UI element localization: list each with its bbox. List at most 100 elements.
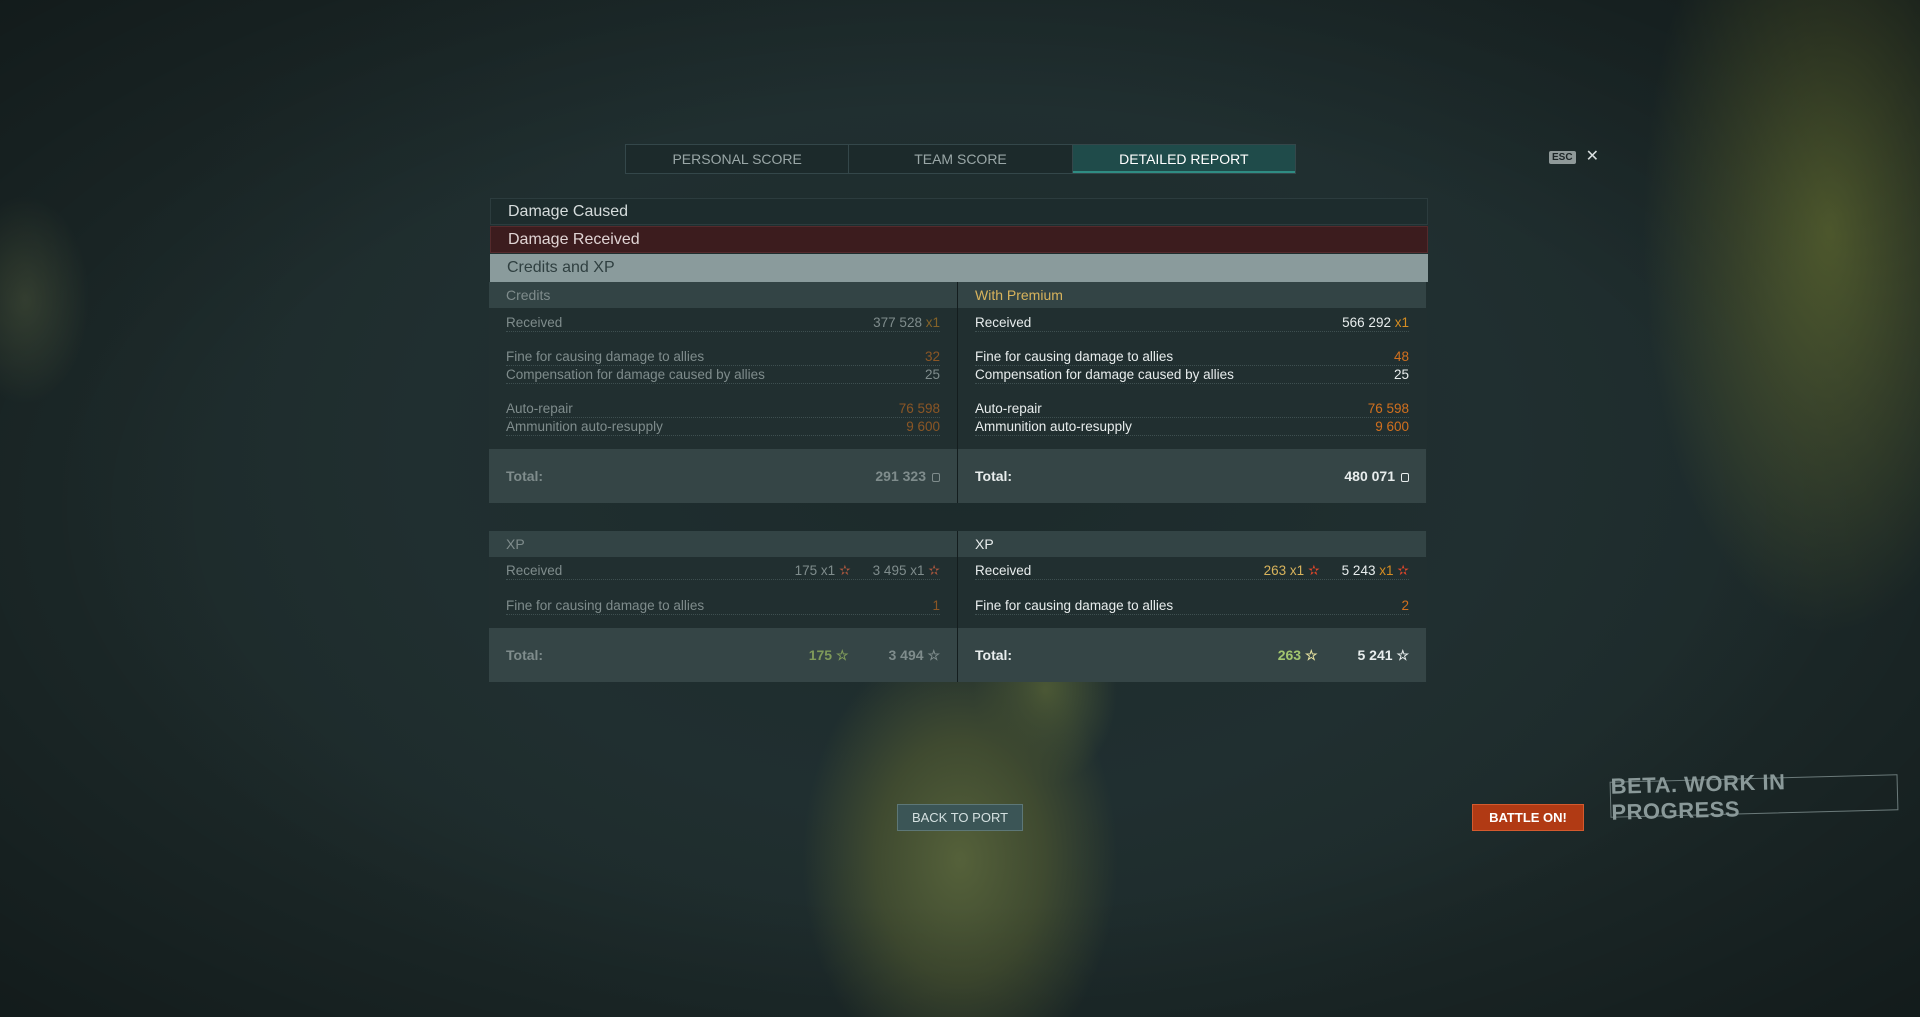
row-value: 48 xyxy=(1393,348,1409,364)
row-value: 566 292 x1 xyxy=(1342,315,1409,330)
free-xp-value: 5 243 xyxy=(1341,562,1376,578)
credits-autorepair-row: Auto-repair 76 598 xyxy=(506,399,940,418)
premium-autorepair-row: Auto-repair 76 598 xyxy=(975,399,1409,418)
credits-received-row: Received 377 528 x1 xyxy=(506,313,940,332)
premium-xp-total: Total: 263 ☆ 5 241 ☆ xyxy=(958,628,1426,682)
row-label: Received xyxy=(975,314,1032,330)
xp-fine-row: Fine for causing damage to allies 1 xyxy=(506,596,940,615)
close-icon[interactable]: ✕ xyxy=(1586,149,1599,165)
row-label: Auto-repair xyxy=(975,400,1042,416)
beta-watermark: BETA. WORK IN PROGRESS xyxy=(1609,769,1899,825)
section-damage-received[interactable]: Damage Received xyxy=(490,226,1428,253)
total-value-wrap: 291 323 xyxy=(875,468,940,484)
esc-key-badge: ESC xyxy=(1549,150,1576,164)
row-value: 76 598 xyxy=(898,400,940,416)
credits-column: Credits Received 377 528 x1 Fine for cau… xyxy=(489,282,957,503)
star-icon: ☆ xyxy=(1396,646,1409,663)
credits-icon xyxy=(1401,473,1409,482)
total-label: Total: xyxy=(506,647,544,663)
battle-on-button[interactable]: BATTLE ON! xyxy=(1472,804,1584,831)
row-value: 1 xyxy=(932,597,940,613)
ship-xp-total-value: 263 xyxy=(1277,646,1302,663)
free-xp-total: 3 494 ☆ xyxy=(889,647,941,664)
tab-personal-score[interactable]: PERSONAL SCORE xyxy=(626,145,850,173)
credits-fine-row: Fine for causing damage to allies 32 xyxy=(506,347,940,366)
credits-icon xyxy=(932,473,940,482)
row-label: Fine for causing damage to allies xyxy=(975,348,1174,364)
free-xp-total-value: 3 494 xyxy=(888,646,924,663)
row-label: Compensation for damage caused by allies xyxy=(506,366,765,382)
multiplier: x1 xyxy=(1379,562,1394,578)
premium-total-number: 480 071 xyxy=(1344,468,1395,484)
free-xp: 3 495 x1 ✫ xyxy=(873,562,940,579)
row-value: 25 xyxy=(924,366,940,382)
free-xp-total: 5 241 ☆ xyxy=(1358,647,1410,664)
section-damage-caused[interactable]: Damage Caused xyxy=(490,198,1428,225)
ship-xp-total: 175 ☆ xyxy=(809,647,849,664)
row-values: 175 x1 ✫ 3 495 x1 ✫ xyxy=(795,562,940,579)
row-value: 25 xyxy=(1393,366,1409,382)
row-label: Compensation for damage caused by allies xyxy=(975,366,1234,382)
ship-xp-value: 175 xyxy=(794,562,818,578)
tab-detailed-report[interactable]: DETAILED REPORT xyxy=(1072,145,1295,173)
row-value: 377 528 x1 xyxy=(873,315,940,330)
multiplier: x1 xyxy=(910,562,925,578)
ship-xp: 175 x1 ✫ xyxy=(795,562,851,579)
multiplier: x1 xyxy=(1289,562,1305,578)
star-icon: ☆ xyxy=(1304,646,1318,663)
tab-team-score[interactable]: TEAM SCORE xyxy=(849,145,1073,173)
total-value-wrap: 480 071 xyxy=(1344,468,1409,484)
credits-received-value: 377 528 xyxy=(873,314,922,330)
row-label: Received xyxy=(506,562,563,578)
section-credits-xp[interactable]: Credits and XP xyxy=(490,254,1428,282)
total-label: Total: xyxy=(506,468,544,484)
star-icon: ☆ xyxy=(835,646,849,663)
xp-star-icon: ✫ xyxy=(928,561,940,578)
multiplier: x1 xyxy=(925,314,940,330)
free-xp: 5 243 x1 ✫ xyxy=(1342,562,1409,579)
row-label: Received xyxy=(975,562,1032,578)
premium-received-row: Received 566 292 x1 xyxy=(975,313,1409,332)
multiplier: x1 xyxy=(1394,314,1409,330)
total-values: 263 ☆ 5 241 ☆ xyxy=(1278,647,1409,664)
total-label: Total: xyxy=(975,647,1013,663)
xp-total: Total: 175 ☆ 3 494 ☆ xyxy=(489,628,957,682)
xp-star-icon: ✫ xyxy=(1307,561,1320,578)
ship-xp: 263 x1 ✫ xyxy=(1264,562,1320,579)
star-icon: ☆ xyxy=(927,646,940,663)
xp-header: XP xyxy=(489,531,957,557)
row-label: Ammunition auto-resupply xyxy=(506,418,663,434)
credits-total-number: 291 323 xyxy=(875,468,926,484)
row-value: 9 600 xyxy=(906,418,940,434)
row-label: Fine for causing damage to allies xyxy=(506,348,705,364)
row-value: 9 600 xyxy=(1375,418,1409,434)
score-tabs: PERSONAL SCORE TEAM SCORE DETAILED REPOR… xyxy=(625,144,1296,174)
xp-star-icon: ✫ xyxy=(1397,561,1409,578)
back-to-port-button[interactable]: BACK TO PORT xyxy=(897,804,1023,831)
row-values: 263 x1 ✫ 5 243 x1 ✫ xyxy=(1264,562,1409,579)
premium-received-value: 566 292 xyxy=(1342,314,1391,330)
credits-header: Credits xyxy=(489,282,957,308)
total-values: 175 ☆ 3 494 ☆ xyxy=(809,647,940,664)
free-xp-value: 3 495 xyxy=(872,562,907,578)
premium-xp-fine-row: Fine for causing damage to allies 2 xyxy=(975,596,1409,615)
premium-total-value: 480 071 xyxy=(1344,468,1409,484)
premium-ammo-row: Ammunition auto-resupply 9 600 xyxy=(975,417,1409,436)
multiplier: x1 xyxy=(820,562,836,578)
xp-column: XP Received 175 x1 ✫ 3 495 x1 ✫ Fine for… xyxy=(489,531,957,682)
ship-xp-total: 263 ☆ xyxy=(1278,647,1318,664)
row-value: 32 xyxy=(924,348,940,364)
credits-total: Total: 291 323 xyxy=(489,449,957,503)
free-xp-total-value: 5 241 xyxy=(1357,646,1393,663)
premium-credits-column: With Premium Received 566 292 x1 Fine fo… xyxy=(958,282,1426,503)
close-control[interactable]: ESC ✕ xyxy=(1549,149,1599,165)
credits-ammo-row: Ammunition auto-resupply 9 600 xyxy=(506,417,940,436)
premium-header: With Premium xyxy=(958,282,1426,308)
premium-total: Total: 480 071 xyxy=(958,449,1426,503)
premium-xp-received-row: Received 263 x1 ✫ 5 243 x1 ✫ xyxy=(975,561,1409,580)
credits-total-value: 291 323 xyxy=(875,468,940,484)
row-label: Fine for causing damage to allies xyxy=(975,597,1174,613)
row-label: Ammunition auto-resupply xyxy=(975,418,1132,434)
row-label: Fine for causing damage to allies xyxy=(506,597,705,613)
row-label: Received xyxy=(506,314,563,330)
